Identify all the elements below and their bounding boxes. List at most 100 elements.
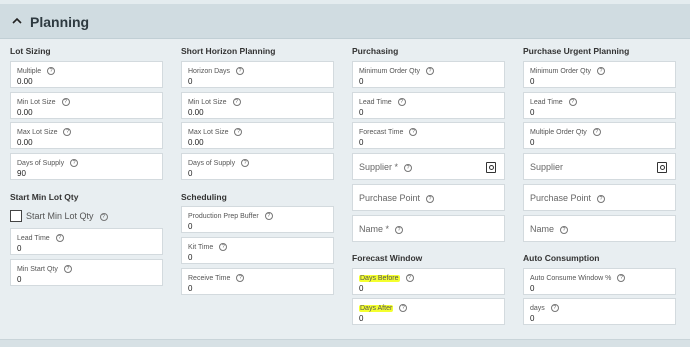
field-placeholder: Name * <box>359 224 390 234</box>
purchase-point-field[interactable]: Purchase Point? <box>352 184 505 211</box>
help-icon[interactable]: ? <box>617 274 626 282</box>
min-start-qty-field[interactable]: Min Start Qty? 0 <box>10 259 163 286</box>
urgent-lead-time-field[interactable]: Lead Time? 0 <box>523 92 676 119</box>
field-label: days <box>530 305 545 312</box>
minimum-order-qty-field[interactable]: Minimum Order Qty? 0 <box>352 61 505 88</box>
section-title: Planning <box>30 14 90 30</box>
days-after-field[interactable]: Days After? 0 <box>352 298 505 325</box>
lot-sizing-heading: Lot Sizing <box>10 46 51 56</box>
help-icon[interactable]: ? <box>63 265 72 273</box>
field-value: 0 <box>188 77 193 86</box>
field-value: 0 <box>530 284 535 293</box>
help-icon[interactable]: ? <box>63 128 72 136</box>
search-icon[interactable] <box>657 162 667 173</box>
urgent-purchase-point-field[interactable]: Purchase Point? <box>523 184 676 211</box>
help-icon[interactable]: ? <box>597 195 606 203</box>
field-label: Receive Time <box>188 275 231 282</box>
help-icon[interactable]: ? <box>264 212 273 220</box>
help-icon[interactable]: ? <box>550 304 559 312</box>
help-icon[interactable]: ? <box>405 274 414 282</box>
field-label: Kit Time <box>188 244 214 251</box>
field-value: 0 <box>530 314 535 323</box>
multiple-field[interactable]: Multiple? 0.00 <box>10 61 163 88</box>
days-field[interactable]: days? 0 <box>523 298 676 325</box>
planning-section-header[interactable]: Planning <box>0 4 690 39</box>
help-icon[interactable]: ? <box>404 164 413 172</box>
urgent-name-field[interactable]: Name? <box>523 215 676 242</box>
field-label: Min Lot Size <box>17 99 56 106</box>
help-icon[interactable]: ? <box>70 159 79 167</box>
field-label: Days of Supply <box>17 160 65 167</box>
field-placeholder: Supplier <box>530 162 564 172</box>
max-lot-size-field[interactable]: Max Lot Size? 0.00 <box>10 122 163 149</box>
field-label: Forecast Time <box>359 129 404 136</box>
purchasing-heading: Purchasing <box>352 46 399 56</box>
kit-time-field[interactable]: Kit Time? 0 <box>181 237 334 264</box>
sh-min-lot-size-field[interactable]: Min Lot Size? 0.00 <box>181 92 334 119</box>
field-value: 90 <box>17 169 26 178</box>
field-value: 0.00 <box>17 77 33 86</box>
help-icon[interactable]: ? <box>395 226 404 234</box>
help-icon[interactable]: ? <box>560 226 569 234</box>
field-label: Lead Time <box>530 99 563 106</box>
help-icon[interactable]: ? <box>399 304 408 312</box>
start-min-lot-heading: Start Min Lot Qty <box>10 192 79 202</box>
field-value: 0 <box>530 108 535 117</box>
urgent-supplier-field[interactable]: Supplier <box>523 153 676 180</box>
field-value: 0.00 <box>17 138 33 147</box>
help-icon[interactable]: ? <box>55 234 64 242</box>
field-value: 0 <box>359 138 364 147</box>
help-icon[interactable]: ? <box>568 98 577 106</box>
purchase-urgent-heading: Purchase Urgent Planning <box>523 46 630 56</box>
days-before-field[interactable]: Days Before? 0 <box>352 268 505 295</box>
help-icon[interactable]: ? <box>47 67 56 75</box>
min-lot-size-field[interactable]: Min Lot Size? 0.00 <box>10 92 163 119</box>
sh-days-of-supply-field[interactable]: Days of Supply? 0 <box>181 153 334 180</box>
horizon-days-field[interactable]: Horizon Days? 0 <box>181 61 334 88</box>
auto-consume-window-field[interactable]: Auto Consume Window %? 0 <box>523 268 676 295</box>
start-lead-time-field[interactable]: Lead Time? 0 <box>10 228 163 255</box>
receive-time-field[interactable]: Receive Time? 0 <box>181 268 334 295</box>
help-icon[interactable]: ? <box>219 243 228 251</box>
field-value: 0.00 <box>17 108 33 117</box>
help-icon[interactable]: ? <box>397 98 406 106</box>
auto-consumption-heading: Auto Consumption <box>523 253 600 263</box>
field-label: Days Before <box>359 275 400 282</box>
start-min-lot-checkbox[interactable] <box>10 210 22 222</box>
search-icon[interactable] <box>486 162 496 173</box>
purchasing-lead-time-field[interactable]: Lead Time? 0 <box>352 92 505 119</box>
production-prep-buffer-field[interactable]: Production Prep Buffer? 0 <box>181 206 334 233</box>
field-value: 0 <box>359 284 364 293</box>
help-icon[interactable]: ? <box>426 67 435 75</box>
scheduling-heading: Scheduling <box>181 192 227 202</box>
help-icon[interactable]: ? <box>61 98 70 106</box>
help-icon[interactable]: ? <box>597 67 606 75</box>
help-icon[interactable]: ? <box>241 159 250 167</box>
help-icon[interactable]: ? <box>99 213 108 221</box>
sh-max-lot-size-field[interactable]: Max Lot Size? 0.00 <box>181 122 334 149</box>
field-value: 0 <box>530 77 535 86</box>
help-icon[interactable]: ? <box>592 128 601 136</box>
days-of-supply-field[interactable]: Days of Supply? 90 <box>10 153 163 180</box>
help-icon[interactable]: ? <box>232 98 241 106</box>
short-horizon-heading: Short Horizon Planning <box>181 46 276 56</box>
field-label: Min Lot Size <box>188 99 227 106</box>
help-icon[interactable]: ? <box>234 128 243 136</box>
help-icon[interactable]: ? <box>236 274 245 282</box>
help-icon[interactable]: ? <box>426 195 435 203</box>
field-label: Days After <box>359 305 394 312</box>
help-icon[interactable]: ? <box>236 67 245 75</box>
name-field[interactable]: Name *? <box>352 215 505 242</box>
field-value: 0 <box>188 222 193 231</box>
field-label: Multiple Order Qty <box>530 129 587 136</box>
field-value: 0 <box>17 244 22 253</box>
help-icon[interactable]: ? <box>409 128 418 136</box>
supplier-field[interactable]: Supplier *? <box>352 153 505 180</box>
multiple-order-qty-field[interactable]: Multiple Order Qty? 0 <box>523 122 676 149</box>
field-placeholder: Purchase Point <box>359 193 421 203</box>
urgent-minimum-order-qty-field[interactable]: Minimum Order Qty? 0 <box>523 61 676 88</box>
forecast-time-field[interactable]: Forecast Time? 0 <box>352 122 505 149</box>
field-label: Auto Consume Window % <box>530 275 612 282</box>
checkbox-label: Start Min Lot Qty <box>26 211 94 221</box>
chevron-up-icon[interactable] <box>12 16 22 26</box>
